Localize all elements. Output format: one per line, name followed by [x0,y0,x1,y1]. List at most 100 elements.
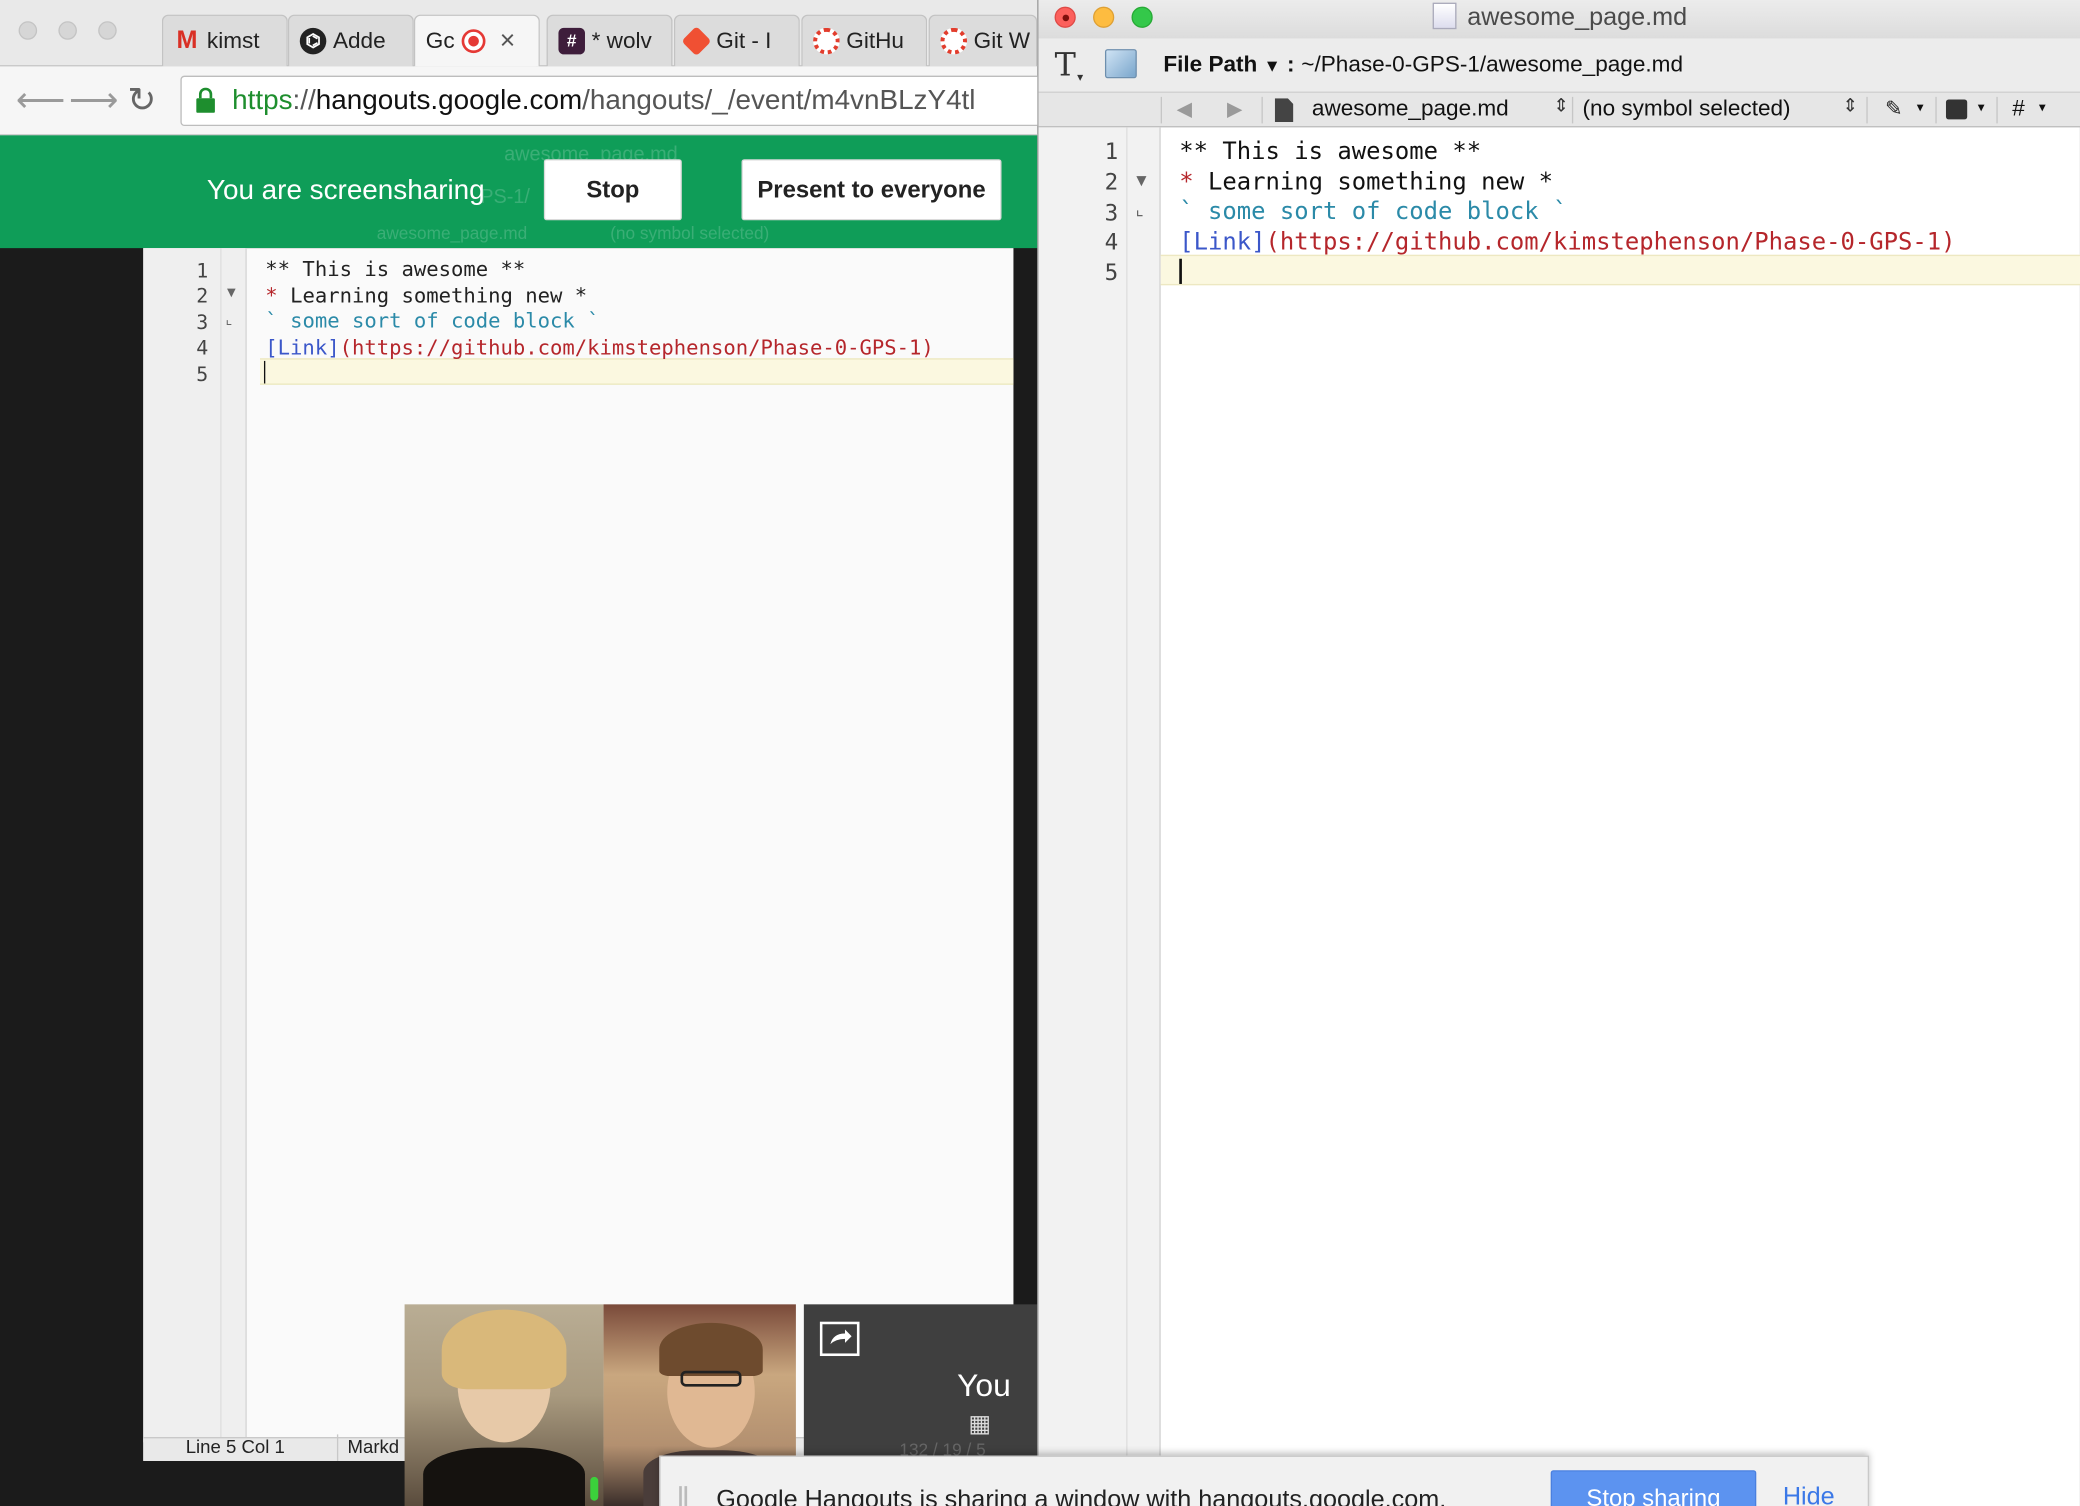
dropdown-arrow-icon: ▾ [2038,100,2046,116]
text-cursor [263,360,266,384]
line-number: 5 [1104,260,1119,287]
tab-gmail[interactable]: M kimst [161,14,288,67]
glasses-icon [680,1370,742,1387]
building-icon: ▦ [968,1410,991,1438]
project-icon[interactable] [1104,49,1137,79]
close-tab-icon[interactable]: × [500,26,516,57]
window-title: awesome_page.md [1467,3,1688,32]
cursor-position: Line 5 Col 1 [185,1435,285,1457]
mic-level-icon [590,1476,599,1501]
tab-label: GitHu [846,27,904,54]
line-number: 5 [196,362,209,387]
file-icon [1274,98,1294,123]
tab-github-canvas[interactable]: GitHu [801,14,928,67]
code-line: ** This is awesome ** [1179,137,1482,166]
tab-label: Gc [425,27,455,54]
editor-text-area[interactable] [1161,287,2080,1506]
fold-end-icon: ⌞ [225,311,233,328]
url-host: hangouts.google.com [315,84,583,116]
screenshare-banner: awesome_page.md PS-1/ awesome_page.md (n… [0,135,1038,249]
code-line: [Link](https://github.com/kimstephenson/… [265,335,934,360]
line-number: 1 [1104,139,1119,166]
tab-github[interactable]: ⌬ Adde [287,14,414,67]
fold-start-icon[interactable]: ▼ [224,285,238,301]
ghost-file-name: awesome_page.md [376,222,528,243]
back-arrow-icon[interactable]: ⟵ [16,81,65,118]
file-selector-stepper-icon[interactable]: ⇕ [1553,94,1569,117]
close-window-light[interactable] [18,21,38,40]
line-number-gutter: 1 2 3 4 5 ▼ ⌞ [1038,127,1161,1506]
tab-size-icon[interactable]: # [2012,96,2025,123]
symbol-stepper-icon[interactable]: ⇕ [1843,94,1859,117]
next-arrow-icon[interactable]: ▶ [1227,97,1242,121]
github-icon: ⌬ [299,27,327,55]
browser-window: M kimst ⌬ Adde Gc × # * wolv Git - I Git… [0,0,1056,1506]
navigation-bar: ⟵ ⟶ ↻ https://hangouts.google.com/hangou… [0,66,1056,136]
hide-link[interactable]: Hide [1783,1483,1835,1506]
self-label: You [957,1368,1011,1404]
tab-strip: M kimst ⌬ Adde Gc × # * wolv Git - I Git… [0,0,1038,67]
code-line: * Learning something new * [265,283,588,308]
tab-label: Git W [973,27,1031,54]
line-number: 3 [196,310,209,335]
navigation-toolbar: ◀ ▶ awesome_page.md ⇕ (no symbol selecte… [1038,91,2080,128]
zoom-window-button[interactable] [1131,6,1153,28]
zoom-window-light[interactable] [98,21,117,40]
tab-slack[interactable]: # * wolv [546,14,673,67]
tab-hangouts[interactable]: Gc × [413,14,540,67]
ghost-file-path: PS-1/ [480,185,530,209]
line-number-gutter: 1 2 3 4 5 ▼ ⌞ [143,248,247,1443]
code-line: [Link](https://github.com/kimstephenson/… [1179,228,1956,257]
line-number: 4 [1104,229,1119,257]
dropdown-arrow-icon: ▾ [1077,70,1084,84]
current-line-highlight [1160,254,2080,286]
dropdown-arrow-icon: ▾ [1916,100,1924,116]
document-icon [1432,2,1457,30]
forward-arrow-icon[interactable]: ⟶ [69,81,118,118]
participant-hair [441,1309,567,1390]
ghost-symbol: (no symbol selected) [610,222,770,243]
prev-arrow-icon[interactable]: ◀ [1177,97,1192,121]
bookmark-pen-icon[interactable]: ✎ [1885,96,1903,123]
file-selector[interactable]: awesome_page.md [1312,96,1509,123]
bundle-icon[interactable] [1945,99,1968,120]
editor-toolbar: T ▾ File Path ▼ : ~/Phase-0-GPS-1/awesom… [1038,38,2080,92]
line-number: 2 [1104,169,1119,197]
screenshare-icon [819,1321,860,1357]
canvas-icon [940,27,968,55]
symbol-selector[interactable]: (no symbol selected) [1583,96,1791,123]
participant-video-1[interactable] [404,1304,604,1506]
participant-shirt [423,1447,585,1506]
lock-icon [196,87,215,113]
close-window-button[interactable] [1054,6,1076,28]
dropdown-arrow-icon: ▾ [1977,100,1985,116]
code-line: * Learning something new * [1179,168,1554,197]
url-path: /hangouts/_/event/m4vnBLzY4tl [582,84,976,116]
file-path-label[interactable]: File Path ▼ : [1163,52,1294,79]
sharing-notification-bar: Google Hangouts is sharing a window with… [659,1455,1870,1506]
stop-sharing-button[interactable]: Stop sharing [1550,1470,1757,1506]
fold-start-icon[interactable]: ▼ [1133,170,1150,190]
line-number: 2 [196,283,209,308]
slack-hash-icon: # [558,27,585,55]
code-line: ** This is awesome ** [265,257,526,282]
present-to-everyone-button[interactable]: Present to everyone [741,159,1002,221]
window-title-bar: awesome_page.md [1038,0,2080,39]
stop-screenshare-button[interactable]: Stop [543,159,682,221]
language-mode[interactable]: Markd [348,1436,400,1457]
minimize-window-button[interactable] [1093,6,1115,28]
address-bar[interactable]: https://hangouts.google.com/hangouts/_/e… [180,75,1056,127]
line-number: 1 [196,258,209,283]
canvas-icon [813,27,840,55]
minimize-window-light[interactable] [58,21,77,40]
fold-end-icon: ⌞ [1135,199,1144,219]
gmail-icon: M [176,26,198,55]
line-number: 3 [1104,200,1119,227]
current-line-highlight [259,358,1014,385]
drag-handle-icon[interactable] [679,1486,688,1506]
text-type-icon[interactable]: T [1055,46,1076,83]
line-number: 4 [196,335,209,360]
reload-icon[interactable]: ↻ [127,81,156,118]
tab-git-workflow[interactable]: Git W [928,14,1038,67]
tab-git[interactable]: Git - I [673,14,800,67]
